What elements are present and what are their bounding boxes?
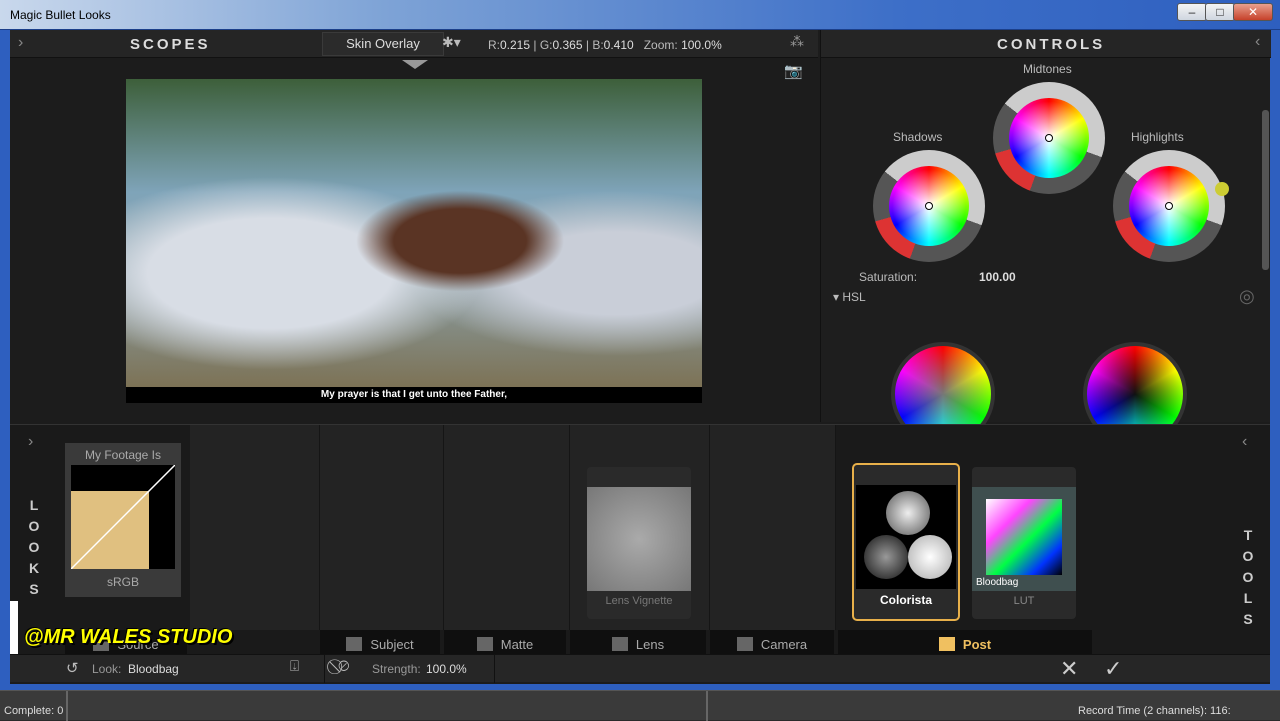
minimize-button[interactable]: – xyxy=(1177,3,1207,21)
saturation-value[interactable]: 100.00 xyxy=(979,270,1016,284)
window-title: Magic Bullet Looks xyxy=(10,8,111,22)
watermark: @MR WALES STUDIO xyxy=(24,626,233,648)
lens-vignette-card[interactable]: Lens Vignette xyxy=(587,467,691,619)
looks-label: LOOKS xyxy=(28,497,40,597)
scopes-title: SCOPES xyxy=(130,36,211,53)
matte-icon xyxy=(476,637,493,651)
skin-overlay-button[interactable]: Skin Overlay xyxy=(322,32,444,56)
cancel-button[interactable]: ✕ xyxy=(1060,656,1078,682)
lut-label: LUT xyxy=(1013,595,1035,607)
hsl-label: HSL xyxy=(842,290,866,304)
undo-icon[interactable]: ↺ xyxy=(66,659,79,677)
hsl-toggle[interactable]: ▾ HSL xyxy=(833,290,866,304)
expand-scopes-icon[interactable]: › xyxy=(18,34,23,52)
controls-title: CONTROLS xyxy=(997,36,1106,53)
r-value: 0.215 xyxy=(500,38,531,52)
controls-header: CONTROLS ‹ xyxy=(821,30,1271,58)
highlights-label: Highlights xyxy=(1131,130,1184,144)
zoom-value: 100.0% xyxy=(681,38,722,52)
colorista-card[interactable]: Colorista xyxy=(852,463,960,621)
g-value: 0.365 xyxy=(552,38,583,52)
controls-panel: CONTROLS ‹ Midtones Shadows Highlights S… xyxy=(820,30,1271,446)
zoom-label: Zoom: xyxy=(643,38,678,52)
camera-snapshot-icon[interactable]: 📷 xyxy=(784,62,803,80)
collapse-arrow-icon[interactable] xyxy=(402,60,428,69)
title-bar: Magic Bullet Looks – □ ✕ xyxy=(0,0,1280,30)
collapse-tools-icon[interactable]: ‹ xyxy=(1242,433,1247,451)
lens-vignette-label: Lens Vignette xyxy=(605,595,673,607)
pixel-readout: R:0.215 | G:0.365 | B:0.410 Zoom: 100.0% xyxy=(488,38,722,52)
save-look-icon[interactable]: ⍗ xyxy=(290,658,299,675)
midtones-wheel[interactable] xyxy=(993,82,1105,194)
looks-tools-area: › LOOKS My Footage Is sRGB Lens Vignette… xyxy=(10,424,1270,679)
expand-looks-icon[interactable]: › xyxy=(28,433,33,451)
footage-title: My Footage Is xyxy=(84,448,162,462)
highlights-handle[interactable] xyxy=(1215,182,1229,196)
g-label: G: xyxy=(539,38,553,52)
controls-scrollbar[interactable] xyxy=(1262,110,1269,270)
camera-icon xyxy=(736,637,753,651)
strength-value[interactable]: 100.0% xyxy=(426,662,467,676)
shadows-wheel[interactable] xyxy=(873,150,985,262)
bottom-bar: ↺ Look: Bloodbag ⍗ ⃠⊘ Strength: 100.0% ✕… xyxy=(10,654,1270,683)
slot-source xyxy=(190,425,320,630)
slot-camera xyxy=(710,425,836,630)
reset-icon[interactable]: ◎ xyxy=(1239,286,1255,307)
scopes-header: › SCOPES Skin Overlay ✱▾ R:0.215 | G:0.3… xyxy=(10,30,818,58)
slot-subject xyxy=(320,425,444,630)
collapse-controls-icon[interactable]: ‹ xyxy=(1255,33,1260,51)
post-icon xyxy=(938,637,955,651)
r-label: R: xyxy=(488,38,500,52)
gamma-curve xyxy=(71,465,175,569)
footage-card[interactable]: My Footage Is sRGB xyxy=(65,443,181,597)
midtones-label: Midtones xyxy=(1023,62,1072,76)
lens-icon xyxy=(611,637,628,651)
highlights-wheel[interactable] xyxy=(1113,150,1229,262)
subtitle-text: My prayer is that I get unto thee Father… xyxy=(126,387,702,403)
shadows-label: Shadows xyxy=(893,130,943,144)
status-right: Record Time (2 channels): 116: xyxy=(1078,705,1231,717)
look-label: Look: xyxy=(92,662,122,676)
scopes-toggle-icon[interactable]: ⁂ xyxy=(790,33,804,50)
status-left: Complete: 0 xyxy=(4,705,64,717)
tools-label: TOOLS xyxy=(1242,527,1254,627)
gear-dropdown-icon[interactable]: ✱▾ xyxy=(442,34,461,51)
bypass-icon[interactable]: ⃠⊘ xyxy=(338,658,350,675)
colorista-label: Colorista xyxy=(879,593,932,607)
slot-matte xyxy=(444,425,570,630)
status-bar: Complete: 0 Record Time (2 channels): 11… xyxy=(0,690,1280,721)
look-name: Bloodbag xyxy=(128,662,179,676)
ok-button[interactable]: ✓ xyxy=(1104,656,1122,682)
video-preview[interactable]: My prayer is that I get unto thee Father… xyxy=(126,79,702,403)
saturation-label: Saturation: xyxy=(859,270,918,284)
footage-sub: sRGB xyxy=(106,575,139,589)
close-button[interactable]: ✕ xyxy=(1233,3,1273,21)
b-label: B: xyxy=(592,38,604,52)
strength-label: Strength: xyxy=(372,662,421,676)
lut-card[interactable]: Bloodbag LUT xyxy=(972,467,1076,619)
person-icon xyxy=(346,637,363,651)
lut-name: Bloodbag xyxy=(976,577,1019,588)
b-value: 0.410 xyxy=(603,38,634,52)
app-area: › SCOPES Skin Overlay ✱▾ R:0.215 | G:0.3… xyxy=(10,30,1271,684)
maximize-button[interactable]: □ xyxy=(1205,3,1235,21)
